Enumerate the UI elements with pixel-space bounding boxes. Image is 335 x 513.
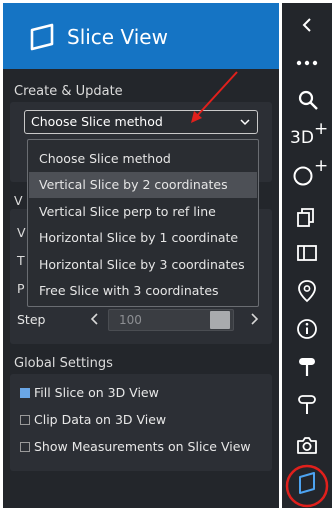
show-measurements-checkbox[interactable] — [20, 442, 30, 452]
slice-view-logo-icon — [30, 23, 54, 51]
right-toolbar: 3D + + — [282, 3, 332, 508]
step-label: Step — [17, 312, 46, 327]
more-button[interactable] — [282, 45, 332, 81]
dropdown-option[interactable]: Vertical Slice by 2 coordinates — [29, 172, 257, 198]
checkbox-label: Fill Slice on 3D View — [34, 385, 159, 400]
hidden-row-label: V — [17, 225, 26, 240]
panel-header: Slice View — [3, 3, 279, 69]
slice-method-select-value: Choose Slice method — [31, 114, 163, 129]
dropdown-option[interactable]: Horizontal Slice by 3 coordinates — [29, 252, 257, 278]
annotation-circle-icon — [285, 464, 329, 508]
more-dots-icon — [296, 60, 318, 66]
search-icon — [298, 90, 318, 110]
info-icon — [297, 319, 317, 339]
plus-label: + — [314, 156, 329, 176]
clip-data-checkbox-row[interactable]: Clip Data on 3D View — [20, 412, 220, 428]
location-button[interactable] — [282, 273, 332, 309]
dropdown-option[interactable]: Horizontal Slice by 1 coordinate — [29, 225, 257, 251]
hidden-section-label: V — [14, 193, 23, 208]
marker-outline-button[interactable] — [282, 387, 332, 423]
marker-button[interactable] — [282, 349, 332, 385]
fill-slice-checkbox-row[interactable]: Fill Slice on 3D View — [20, 385, 220, 401]
add-object-button[interactable]: + — [282, 154, 332, 190]
search-button[interactable] — [282, 81, 332, 117]
checkbox-label: Show Measurements on Slice View — [34, 439, 251, 454]
plus-label: + — [314, 119, 329, 139]
marker-filled-icon — [299, 358, 315, 376]
camera-icon — [297, 437, 317, 454]
dropdown-option[interactable]: Free Slice with 3 coordinates — [29, 278, 257, 304]
dropdown-option[interactable]: Choose Slice method — [29, 146, 257, 172]
chevron-left-icon[interactable] — [90, 313, 100, 325]
chevron-right-icon[interactable] — [249, 313, 259, 325]
hidden-row-label: T — [17, 253, 25, 268]
hidden-row-label: P — [17, 281, 25, 296]
add-3d-button[interactable]: 3D + — [282, 117, 332, 153]
layers-button[interactable] — [282, 199, 332, 235]
fill-slice-checkbox[interactable] — [20, 388, 30, 398]
page-title: Slice View — [67, 25, 168, 49]
app-window: Slice View Create & Update Choose Slice … — [0, 0, 335, 513]
marker-outline-icon — [298, 395, 316, 414]
annotation-arrow-icon — [191, 71, 238, 123]
chevron-left-icon — [302, 18, 311, 32]
panel-layout-button[interactable] — [282, 235, 332, 271]
screenshot-button[interactable] — [282, 427, 332, 463]
collapse-button[interactable] — [282, 7, 332, 43]
checkbox-label: Clip Data on 3D View — [34, 412, 167, 427]
panel-layout-icon — [297, 245, 317, 261]
step-value: 100 — [119, 313, 142, 327]
location-pin-icon — [298, 280, 316, 303]
dropdown-option[interactable]: Vertical Slice perp to ref line — [29, 199, 257, 225]
layers-copy-icon — [297, 208, 314, 227]
circle-add-icon — [293, 166, 313, 186]
show-measurements-checkbox-row[interactable]: Show Measurements on Slice View — [20, 439, 270, 455]
slice-view-panel: Slice View Create & Update Choose Slice … — [3, 3, 279, 508]
step-slider-handle[interactable] — [210, 311, 230, 329]
create-update-label: Create & Update — [14, 84, 123, 99]
clip-data-checkbox[interactable] — [20, 415, 30, 425]
3d-label: 3D — [290, 128, 314, 148]
slice-method-dropdown: Choose Slice method Vertical Slice by 2 … — [27, 139, 259, 307]
global-settings-label: Global Settings — [14, 356, 113, 371]
info-button[interactable] — [282, 311, 332, 347]
